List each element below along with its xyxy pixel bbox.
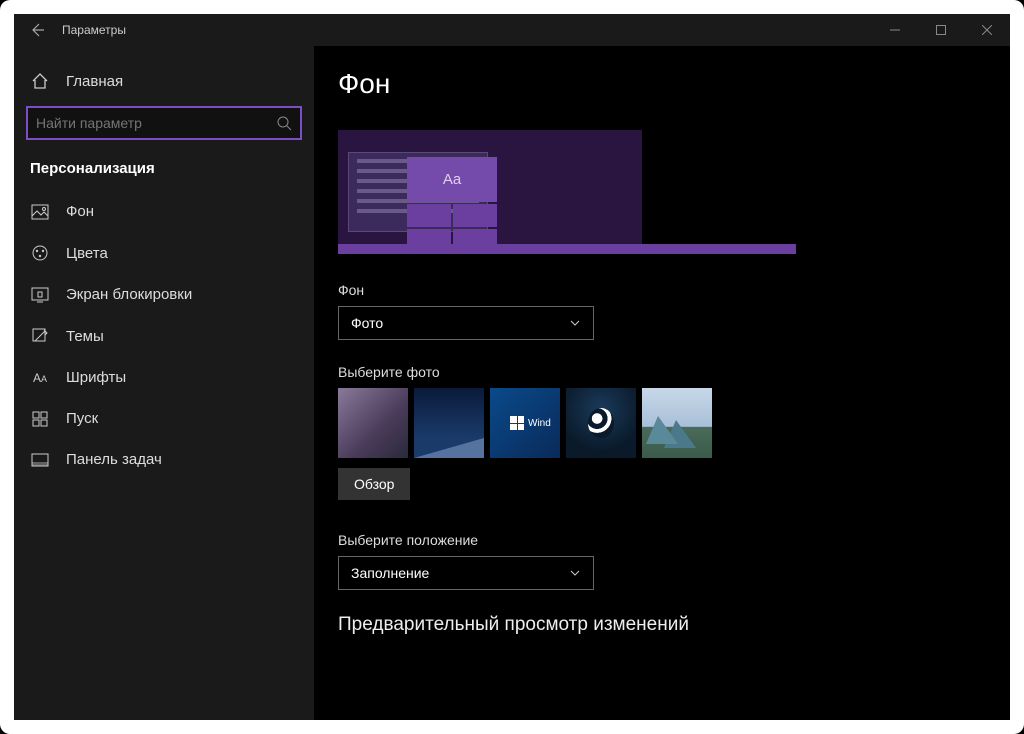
home-icon xyxy=(30,72,50,90)
back-button[interactable] xyxy=(14,14,62,46)
minimize-button[interactable] xyxy=(872,14,918,46)
picture-icon xyxy=(30,204,50,220)
sidebar-item-taskbar[interactable]: Панель задач xyxy=(14,439,314,480)
sidebar-home[interactable]: Главная xyxy=(14,60,314,102)
choose-photo-label: Выберите фото xyxy=(338,364,986,380)
background-select[interactable]: Фото xyxy=(338,306,594,340)
sidebar-item-label: Панель задач xyxy=(66,451,162,468)
sidebar-item-label: Темы xyxy=(66,328,104,345)
sidebar-item-label: Фон xyxy=(66,203,94,220)
sidebar-item-background[interactable]: Фон xyxy=(14,191,314,232)
search-icon xyxy=(276,115,292,131)
preview-sample-window: Aa xyxy=(348,152,488,232)
preview-changes-title: Предварительный просмотр изменений xyxy=(338,614,986,636)
themes-icon xyxy=(30,327,50,345)
search-field[interactable] xyxy=(36,115,276,131)
position-label: Выберите положение xyxy=(338,532,986,548)
palette-icon xyxy=(30,244,50,262)
lockscreen-icon xyxy=(30,287,50,303)
photo-thumb-2[interactable] xyxy=(414,388,484,458)
main-content: Фон Aa Фон Фото Выберите фото xyxy=(314,46,1010,720)
sidebar-item-label: Цвета xyxy=(66,245,108,262)
background-select-value: Фото xyxy=(351,315,383,331)
chevron-down-icon xyxy=(569,317,581,329)
sidebar-item-lockscreen[interactable]: Экран блокировки xyxy=(14,274,314,315)
taskbar-icon xyxy=(30,453,50,467)
sidebar-item-colors[interactable]: Цвета xyxy=(14,232,314,274)
start-icon xyxy=(30,411,50,427)
photo-thumbnails: Wind xyxy=(338,388,986,458)
page-title: Фон xyxy=(338,68,986,100)
sidebar-item-themes[interactable]: Темы xyxy=(14,315,314,357)
browse-button[interactable]: Обзор xyxy=(338,468,410,500)
photo-thumb-4[interactable] xyxy=(566,388,636,458)
maximize-button[interactable] xyxy=(918,14,964,46)
position-select[interactable]: Заполнение xyxy=(338,556,594,590)
chevron-down-icon xyxy=(569,567,581,579)
photo-thumb-5[interactable] xyxy=(642,388,712,458)
sidebar-item-label: Экран блокировки xyxy=(66,286,192,303)
fonts-icon: AA xyxy=(30,371,50,385)
desktop-preview: Aa xyxy=(338,130,642,254)
preview-taskbar xyxy=(338,244,796,254)
sidebar-item-label: Шрифты xyxy=(66,369,126,386)
close-button[interactable] xyxy=(964,14,1010,46)
sidebar-item-start[interactable]: Пуск xyxy=(14,398,314,439)
window-title: Параметры xyxy=(62,23,126,37)
titlebar: Параметры xyxy=(14,14,1010,46)
photo-thumb-3[interactable]: Wind xyxy=(490,388,560,458)
search-input[interactable] xyxy=(26,106,302,140)
position-select-value: Заполнение xyxy=(351,565,429,581)
preview-tile-text: Aa xyxy=(407,157,497,202)
sidebar: Главная Персонализация Фон Цвета xyxy=(14,46,314,720)
sidebar-category: Персонализация xyxy=(14,150,314,191)
sidebar-home-label: Главная xyxy=(66,73,123,90)
sidebar-item-fonts[interactable]: AA Шрифты xyxy=(14,357,314,398)
background-label: Фон xyxy=(338,282,986,298)
photo-thumb-1[interactable] xyxy=(338,388,408,458)
sidebar-item-label: Пуск xyxy=(66,410,98,427)
